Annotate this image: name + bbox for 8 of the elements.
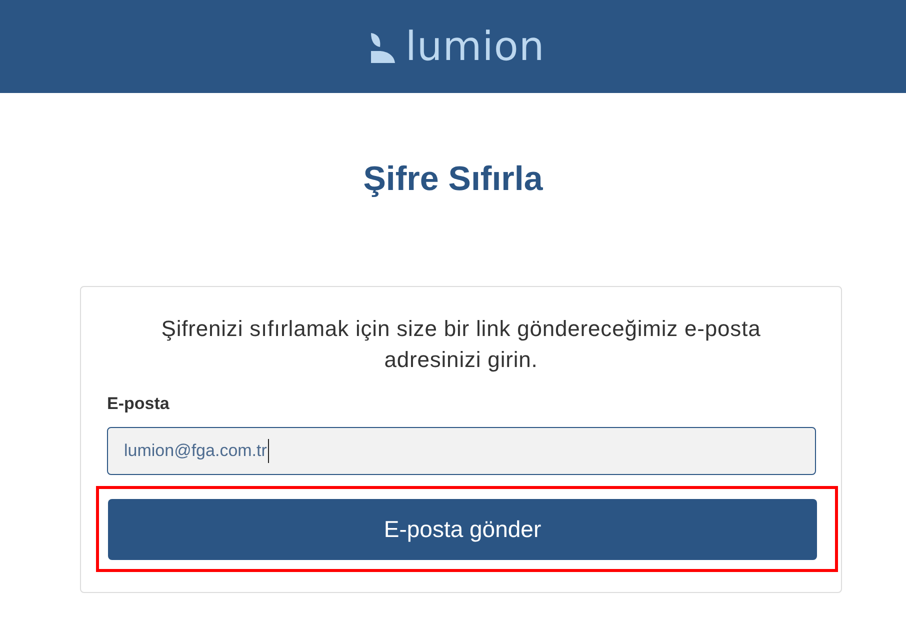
leaf-logo-icon — [369, 32, 396, 62]
email-input-field[interactable]: lumion@fga.com.tr — [107, 427, 816, 475]
page-title: Şifre Sıfırla — [362, 159, 544, 199]
field-label: E-posta — [107, 393, 170, 415]
text-cursor — [268, 439, 269, 463]
instruction-text: Şifrenizi sıfırlamak için size bir link göndereceğimiz e-posta adresinizi girin. — [160, 315, 762, 374]
logo-wordmark: lumion — [405, 26, 545, 66]
send-email-button[interactable]: E-posta gönder — [108, 499, 817, 560]
